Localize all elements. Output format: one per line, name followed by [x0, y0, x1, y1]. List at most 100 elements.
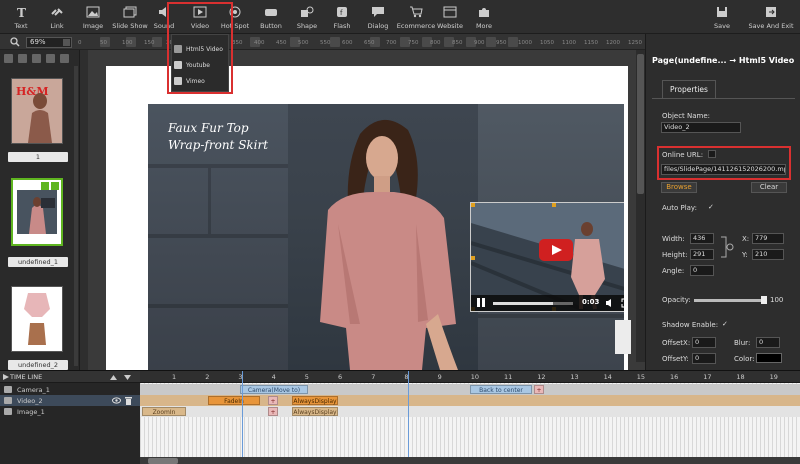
- timeline-marker[interactable]: [408, 371, 409, 464]
- eye-icon[interactable]: [112, 397, 121, 404]
- image-track: ZoomIn + AlwaysDisplay: [140, 406, 800, 417]
- video-always-segment[interactable]: AlwaysDisplay: [292, 396, 338, 405]
- tab-divider: [652, 98, 795, 99]
- lock-ratio-icon[interactable]: [720, 234, 734, 260]
- zoom-select[interactable]: 69%: [26, 37, 72, 48]
- tab-properties[interactable]: Properties: [662, 80, 716, 98]
- delete-slide-icon[interactable]: [60, 54, 69, 63]
- slideshow-icon: [123, 6, 137, 18]
- save-button[interactable]: Save: [707, 0, 737, 34]
- slides-scrollbar[interactable]: [74, 66, 78, 366]
- chevron-up-icon[interactable]: [110, 375, 117, 380]
- duplicate-icon[interactable]: [41, 182, 49, 190]
- ruler-tick-label: 1000: [518, 40, 532, 46]
- tool-flash[interactable]: f Flash: [328, 0, 356, 34]
- add-slide-icon[interactable]: [32, 54, 41, 63]
- shadow-checkbox[interactable]: ✓: [722, 320, 730, 328]
- slide-thumb-3[interactable]: [11, 286, 63, 352]
- angle-field[interactable]: 0: [690, 265, 714, 276]
- ruler-tick-label: 700: [386, 40, 397, 46]
- save-icon: [717, 7, 727, 17]
- trash-icon[interactable]: [125, 397, 132, 405]
- add-effect-icon[interactable]: +: [268, 407, 278, 416]
- offsetx-field[interactable]: 0: [692, 337, 716, 348]
- x-field[interactable]: 779: [752, 233, 784, 244]
- tool-slideshow[interactable]: Slide Show: [110, 0, 150, 34]
- tool-shape[interactable]: Shape: [292, 0, 322, 34]
- scrollbar-thumb[interactable]: [148, 458, 178, 464]
- object-name-field[interactable]: Video_2: [661, 122, 741, 133]
- add-effect-icon[interactable]: +: [534, 385, 544, 394]
- image-zoomin-segment[interactable]: ZoomIn: [142, 407, 186, 416]
- move-down-icon[interactable]: [18, 54, 27, 63]
- move-up-icon[interactable]: [4, 54, 13, 63]
- timeline-scale-label: 12: [537, 373, 546, 381]
- ruler-tick-label: 1050: [540, 40, 554, 46]
- ruler-tick-label: 1200: [606, 40, 620, 46]
- play-icon[interactable]: [3, 374, 9, 380]
- opacity-slider-knob[interactable]: [761, 296, 767, 304]
- slide-thumb-2[interactable]: [11, 178, 63, 246]
- color-label: Color:: [734, 355, 755, 363]
- add-effect-icon[interactable]: +: [268, 396, 278, 405]
- slide-thumb-1[interactable]: H&M: [11, 78, 63, 144]
- timeline-title: TIME LINE: [10, 373, 43, 381]
- pause-icon[interactable]: [477, 298, 485, 307]
- camera-back-segment[interactable]: Back to center: [470, 385, 532, 394]
- tool-ecommerce[interactable]: Ecommerce: [396, 0, 436, 34]
- save-and-exit-button[interactable]: Save And Exit: [746, 0, 796, 34]
- timeline-playhead[interactable]: [242, 371, 243, 464]
- tool-dialog[interactable]: Dialog: [364, 0, 392, 34]
- slide-thumb-image: H&M: [12, 79, 62, 143]
- layer-row[interactable]: Video_2: [0, 395, 140, 406]
- resize-handle[interactable]: [471, 203, 475, 207]
- layer-row[interactable]: Camera_1: [0, 384, 140, 395]
- background-photo[interactable]: Faux Fur Top Wrap-front Skirt 0:03: [148, 104, 624, 370]
- canvas-vertical-scrollbar[interactable]: [636, 50, 645, 362]
- camera-move-segment[interactable]: Camera(Move to): [240, 385, 308, 394]
- tool-more[interactable]: More: [470, 0, 498, 34]
- tool-text[interactable]: T Text: [6, 0, 36, 34]
- tool-website[interactable]: Website: [436, 0, 464, 34]
- resize-handle[interactable]: [471, 256, 475, 260]
- button-icon: [265, 9, 277, 16]
- video-element[interactable]: 0:03: [470, 202, 624, 312]
- timeline-header: TIME LINE: [0, 371, 140, 383]
- scrollbar-thumb[interactable]: [637, 54, 644, 194]
- image-always-segment[interactable]: AlwaysDisplay: [292, 407, 338, 416]
- youtube-play-icon[interactable]: [539, 239, 573, 261]
- tool-button[interactable]: Button: [256, 0, 286, 34]
- opacity-slider[interactable]: [694, 299, 766, 302]
- offsety-field[interactable]: 0: [692, 353, 716, 364]
- ruler-tick-label: 0: [78, 40, 82, 46]
- tool-link[interactable]: Link: [42, 0, 72, 34]
- chevron-down-icon[interactable]: [124, 375, 131, 380]
- wall-seam: [148, 164, 288, 168]
- video-fadein-segment[interactable]: FadeIn: [208, 396, 260, 405]
- y-field[interactable]: 210: [752, 249, 784, 260]
- shadow-color-swatch[interactable]: [756, 353, 782, 363]
- blur-field[interactable]: 0: [756, 337, 780, 348]
- height-label: Height:: [662, 251, 688, 259]
- ruler-tick-label: 50: [100, 40, 107, 46]
- trash-icon[interactable]: [51, 182, 59, 190]
- height-field[interactable]: 291: [690, 249, 714, 260]
- wall-seam: [208, 168, 211, 234]
- width-field[interactable]: 436: [690, 233, 714, 244]
- volume-icon[interactable]: [605, 298, 615, 308]
- layer-row[interactable]: Image_1: [0, 406, 140, 417]
- page-canvas[interactable]: Faux Fur Top Wrap-front Skirt 0:03: [106, 66, 628, 370]
- autoplay-checkbox[interactable]: ✓: [708, 203, 716, 211]
- photo-caption: Faux Fur Top Wrap-front Skirt: [168, 121, 269, 152]
- clear-button[interactable]: Clear: [751, 182, 787, 193]
- timeline-scrollbar[interactable]: [140, 457, 800, 464]
- resize-handle[interactable]: [552, 203, 556, 207]
- fullscreen-icon[interactable]: [621, 298, 624, 308]
- width-label: Width:: [662, 235, 685, 243]
- wall-seam: [478, 314, 624, 318]
- ruler-tick-label: 550: [320, 40, 331, 46]
- browse-button[interactable]: Browse: [661, 182, 697, 193]
- tool-image[interactable]: Image: [78, 0, 108, 34]
- autoplay-label: Auto Play:: [662, 204, 697, 212]
- duplicate-slide-icon[interactable]: [46, 54, 55, 63]
